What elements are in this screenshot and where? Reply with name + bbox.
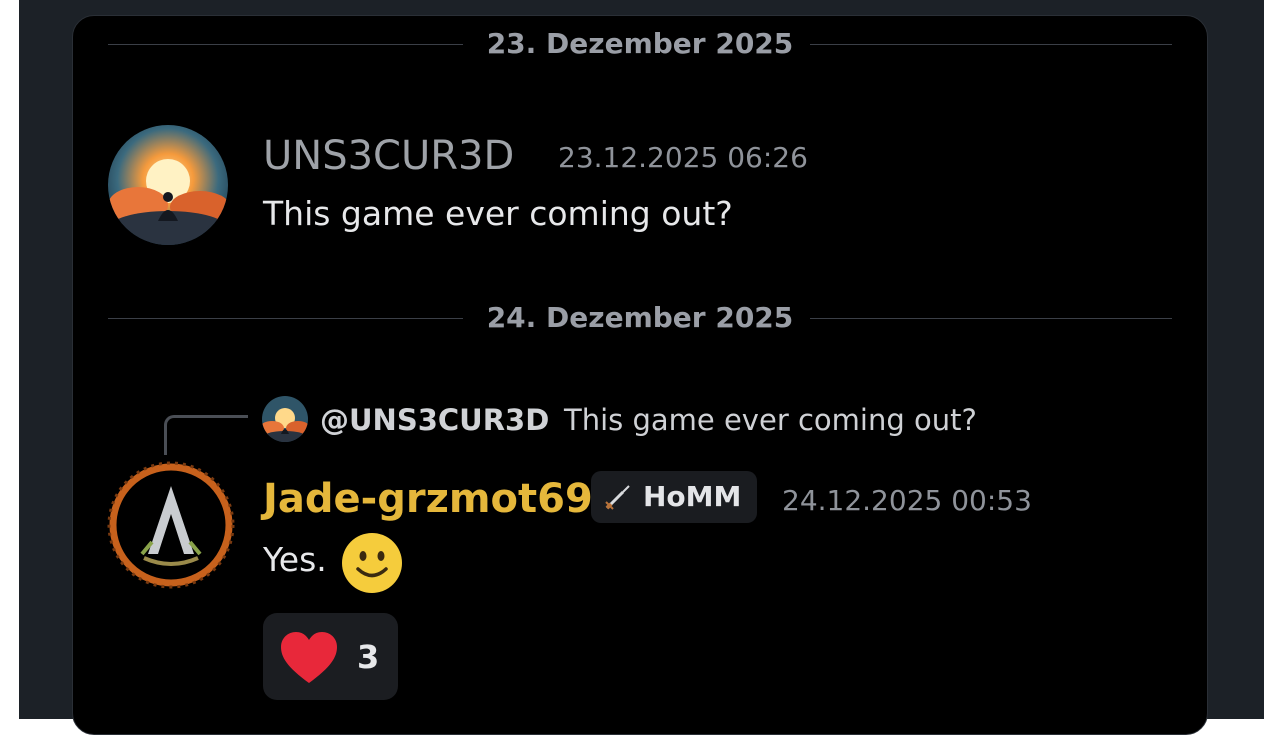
- message-text: Yes.: [263, 540, 327, 579]
- slightly-smiling-face-emoji: [341, 532, 403, 594]
- message-timestamp: 24.12.2025 00:53: [782, 484, 1032, 517]
- message-username[interactable]: Jade-grzmot69: [263, 474, 593, 524]
- user-avatar[interactable]: [108, 125, 228, 245]
- role-tag-label: HoMM: [643, 480, 742, 513]
- divider-line: [810, 318, 1172, 319]
- reply-mention[interactable]: @UNS3CUR3D: [320, 402, 549, 438]
- reply-quoted-text[interactable]: This game ever coming out?: [564, 402, 977, 438]
- crossed-swords-icon: [603, 484, 631, 512]
- date-divider: 24. Dezember 2025: [108, 298, 1172, 338]
- user-avatar[interactable]: [104, 458, 238, 592]
- message-username[interactable]: UNS3CUR3D: [263, 132, 514, 180]
- message-panel: [72, 15, 1208, 735]
- role-tag[interactable]: HoMM: [591, 471, 757, 523]
- reaction-button[interactable]: 3: [263, 613, 398, 700]
- divider-line: [810, 44, 1172, 45]
- reply-avatar[interactable]: [262, 396, 308, 442]
- date-divider: 23. Dezember 2025: [108, 24, 1172, 64]
- message-timestamp: 23.12.2025 06:26: [558, 141, 808, 174]
- message-text: This game ever coming out?: [263, 194, 733, 233]
- red-heart-icon: [279, 631, 339, 685]
- reaction-count: 3: [357, 638, 380, 676]
- reply-connector: [164, 415, 248, 455]
